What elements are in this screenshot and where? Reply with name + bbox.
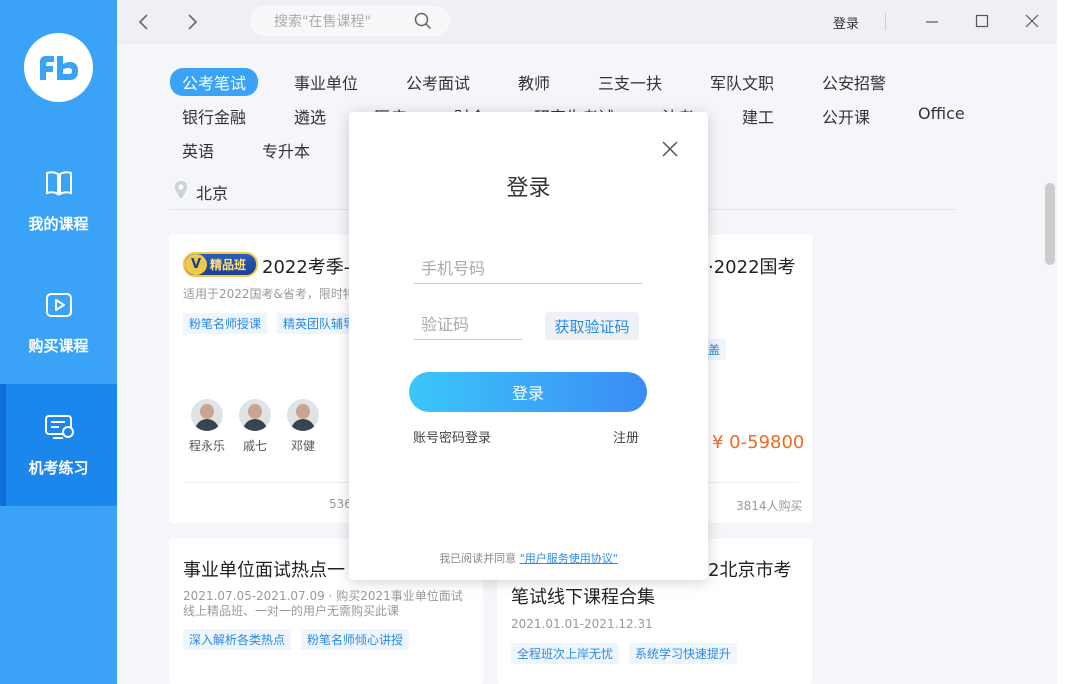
course-tag: 粉笔名师授课 bbox=[183, 313, 268, 334]
course-tag: 深入解析各类热点 bbox=[183, 629, 292, 650]
scrollbar-thumb[interactable] bbox=[1045, 183, 1055, 265]
category-tab[interactable]: 事业单位 bbox=[294, 70, 358, 94]
divider bbox=[708, 482, 798, 483]
sidebar-item-exam-practice[interactable]: 机考练习 bbox=[0, 384, 117, 506]
category-tab[interactable]: 银行金融 bbox=[182, 104, 246, 128]
close-icon bbox=[662, 141, 678, 157]
category-tab[interactable]: 公开课 bbox=[822, 104, 870, 128]
avatar bbox=[191, 399, 223, 431]
chevron-right-icon bbox=[188, 14, 198, 30]
category-tab[interactable]: 遴选 bbox=[294, 104, 326, 128]
sidebar-item-my-courses[interactable]: 我的课程 bbox=[0, 140, 117, 262]
phone-input[interactable] bbox=[414, 254, 642, 284]
avatar bbox=[287, 399, 319, 431]
top-login-link[interactable]: 登录 bbox=[833, 13, 859, 32]
course-tag: 粉笔名师倾心讲授 bbox=[301, 629, 410, 650]
search-icon[interactable] bbox=[414, 12, 432, 34]
category-tab[interactable]: 公考面试 bbox=[406, 70, 470, 94]
sidebar: 我的课程 购买课程 机考练习 bbox=[0, 0, 117, 684]
register-link[interactable]: 注册 bbox=[613, 427, 639, 446]
category-tab[interactable]: Office bbox=[918, 104, 965, 123]
agreement-prefix: 我已阅读并同意 bbox=[439, 552, 517, 565]
window-edge bbox=[1057, 0, 1065, 684]
agreement-text: 我已阅读并同意 "用户服务使用协议" bbox=[349, 550, 708, 566]
back-button[interactable] bbox=[131, 9, 157, 35]
top-bar: 搜索"在售课程" 登录 bbox=[117, 0, 1057, 44]
get-code-button[interactable]: 获取验证码 bbox=[545, 312, 639, 340]
location-selector[interactable]: 北京 bbox=[173, 180, 228, 204]
course-tag: 精英团队辅导 bbox=[277, 313, 349, 334]
avatar bbox=[239, 399, 271, 431]
course-title: 2北京市考 bbox=[708, 560, 792, 581]
dialog-title: 登录 bbox=[506, 176, 551, 201]
minimize-icon bbox=[926, 21, 938, 23]
teacher: 邓健 bbox=[283, 399, 323, 454]
close-icon bbox=[1025, 14, 1039, 28]
category-tab[interactable]: 专升本 bbox=[262, 138, 310, 162]
vip-icon: V bbox=[185, 254, 207, 275]
verification-code-input[interactable] bbox=[414, 310, 522, 340]
location-label: 北京 bbox=[196, 184, 229, 203]
course-title: ·2022国考 bbox=[708, 257, 796, 278]
chevron-left-icon bbox=[138, 14, 148, 30]
teacher: 戚七 bbox=[235, 399, 275, 454]
divider bbox=[885, 12, 886, 30]
login-dialog: 登录 获取验证码 登录 账号密码登录 注册 我已阅读并同意 "用户服务使用协议" bbox=[349, 112, 708, 580]
app-logo bbox=[24, 33, 93, 102]
minimize-button[interactable] bbox=[922, 11, 942, 31]
course-subtitle: 2021.07.05-2021.07.09 · 购买2021事业单位面试线上精品… bbox=[183, 589, 463, 618]
course-tag: 系统学习快速提升 bbox=[629, 643, 738, 664]
category-tab[interactable]: 建工 bbox=[742, 104, 774, 128]
sidebar-item-label: 我的课程 bbox=[28, 214, 89, 233]
course-title: 笔试线下课程合集 bbox=[511, 587, 655, 608]
course-title: 2022考季- bbox=[262, 257, 351, 278]
course-tag: 盖 bbox=[708, 339, 727, 360]
course-subtitle: 适用于2022国考&省考，限时特 bbox=[183, 287, 349, 301]
course-title: 事业单位面试热点一 bbox=[183, 560, 345, 581]
category-tab[interactable]: 教师 bbox=[518, 70, 550, 94]
book-icon bbox=[44, 169, 74, 201]
location-pin-icon bbox=[173, 180, 196, 204]
buyer-count: 3814人购买 bbox=[736, 499, 803, 513]
search-placeholder: 搜索"在售课程" bbox=[274, 14, 371, 30]
maximize-button[interactable] bbox=[972, 11, 992, 31]
password-login-link[interactable]: 账号密码登录 bbox=[413, 427, 491, 446]
agreement-link[interactable]: "用户服务使用协议" bbox=[520, 552, 618, 565]
sidebar-item-label: 机考练习 bbox=[28, 458, 89, 477]
divider bbox=[183, 482, 349, 483]
category-tab[interactable]: 军队文职 bbox=[710, 70, 774, 94]
teacher: 程永乐 bbox=[187, 399, 227, 454]
course-price: ¥ 0-59800 bbox=[712, 432, 805, 453]
close-window-button[interactable] bbox=[1022, 11, 1042, 31]
login-button[interactable]: 登录 bbox=[409, 372, 647, 412]
premium-badge: V 精品班 bbox=[183, 252, 258, 277]
category-tab[interactable]: 公考笔试 bbox=[170, 68, 259, 96]
monitor-icon bbox=[43, 413, 75, 445]
course-date: 2021.01.01-2021.12.31 bbox=[511, 617, 653, 631]
teacher-name: 戚七 bbox=[242, 439, 267, 453]
scrollbar-track[interactable] bbox=[1043, 44, 1057, 684]
sidebar-item-label: 购买课程 bbox=[28, 336, 89, 355]
course-tag: 全程班次上岸无忧 bbox=[511, 643, 620, 664]
category-tab[interactable]: 三支一扶 bbox=[598, 70, 662, 94]
play-icon bbox=[44, 291, 74, 323]
teacher-name: 程永乐 bbox=[188, 439, 225, 453]
category-tab[interactable]: 公安招警 bbox=[822, 70, 886, 94]
sidebar-item-buy-courses[interactable]: 购买课程 bbox=[0, 262, 117, 384]
category-tab[interactable]: 英语 bbox=[182, 138, 214, 162]
badge-label: 精品班 bbox=[210, 258, 247, 272]
teacher-name: 邓健 bbox=[290, 439, 315, 453]
forward-button[interactable] bbox=[179, 9, 205, 35]
search-input[interactable]: 搜索"在售课程" bbox=[250, 6, 450, 36]
maximize-icon bbox=[975, 14, 989, 28]
close-dialog-button[interactable] bbox=[660, 139, 680, 159]
